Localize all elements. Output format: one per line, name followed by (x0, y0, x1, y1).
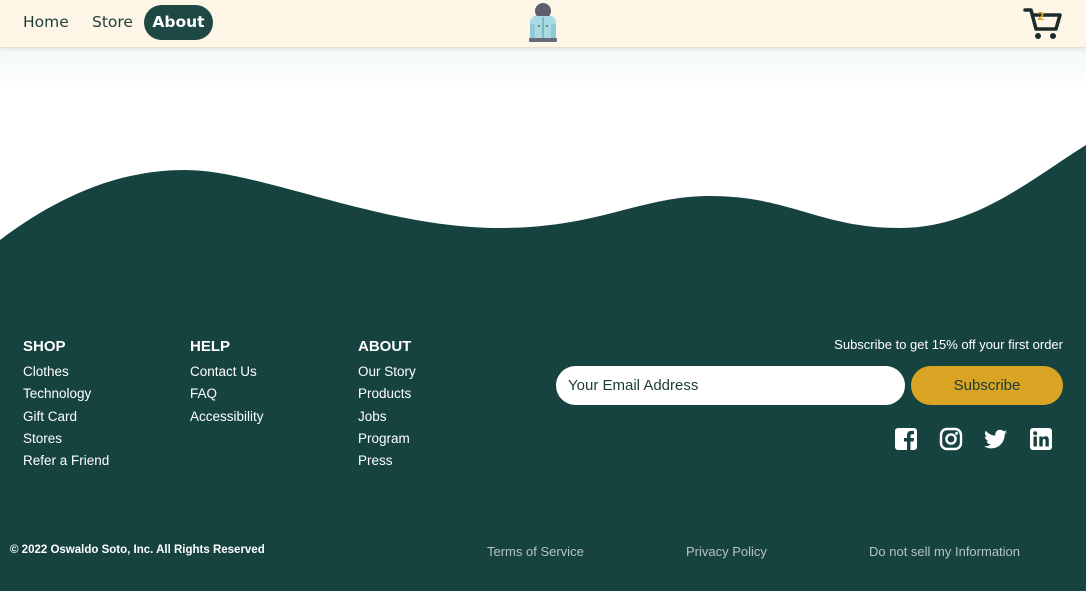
terms-of-service-link[interactable]: Terms of Service (487, 544, 584, 559)
footer-link-press[interactable]: Press (358, 450, 416, 472)
footer-link-refer-a-friend[interactable]: Refer a Friend (23, 450, 109, 472)
instagram-icon[interactable] (939, 427, 963, 451)
footer-column-help: HELP Contact Us FAQ Accessibility (190, 336, 264, 428)
facebook-icon[interactable] (894, 427, 918, 451)
footer-link-technology[interactable]: Technology (23, 383, 109, 405)
footer-link-stores[interactable]: Stores (23, 428, 109, 450)
subscribe-button[interactable]: Subscribe (911, 366, 1063, 405)
cart-count-badge: 2 (1037, 10, 1045, 23)
linkedin-icon[interactable] (1029, 427, 1053, 451)
footer-link-our-story[interactable]: Our Story (358, 361, 416, 383)
nav-home[interactable]: Home (11, 5, 81, 40)
footer-link-contact-us[interactable]: Contact Us (190, 361, 264, 383)
footer-link-program[interactable]: Program (358, 428, 416, 450)
footer-heading-help: HELP (190, 338, 231, 355)
nav-about[interactable]: About (144, 5, 213, 40)
email-input[interactable] (556, 366, 905, 405)
footer-wave-background (0, 145, 1086, 591)
footer-link-faq[interactable]: FAQ (190, 383, 264, 405)
footer-link-gift-card[interactable]: Gift Card (23, 406, 109, 428)
jacket-icon[interactable] (524, 2, 562, 44)
footer-column-shop: SHOP Clothes Technology Gift Card Stores… (23, 336, 109, 472)
twitter-icon[interactable] (984, 427, 1008, 451)
hero-fade (0, 49, 1086, 91)
nav-store[interactable]: Store (80, 5, 145, 40)
do-not-sell-link[interactable]: Do not sell my Information (869, 544, 1020, 559)
footer-heading-about: ABOUT (358, 338, 412, 355)
top-nav: Home Store About 2 (0, 0, 1086, 48)
footer-link-accessibility[interactable]: Accessibility (190, 406, 264, 428)
footer-heading-shop: SHOP (23, 338, 66, 355)
footer-column-about: ABOUT Our Story Products Jobs Program Pr… (358, 336, 416, 472)
footer-link-jobs[interactable]: Jobs (358, 406, 416, 428)
privacy-policy-link[interactable]: Privacy Policy (686, 544, 767, 559)
copyright-text: © 2022 Oswaldo Soto, Inc. All Rights Res… (10, 544, 265, 556)
subscribe-promo-text: Subscribe to get 15% off your first orde… (834, 337, 1063, 352)
footer-link-products[interactable]: Products (358, 383, 416, 405)
footer-link-clothes[interactable]: Clothes (23, 361, 109, 383)
